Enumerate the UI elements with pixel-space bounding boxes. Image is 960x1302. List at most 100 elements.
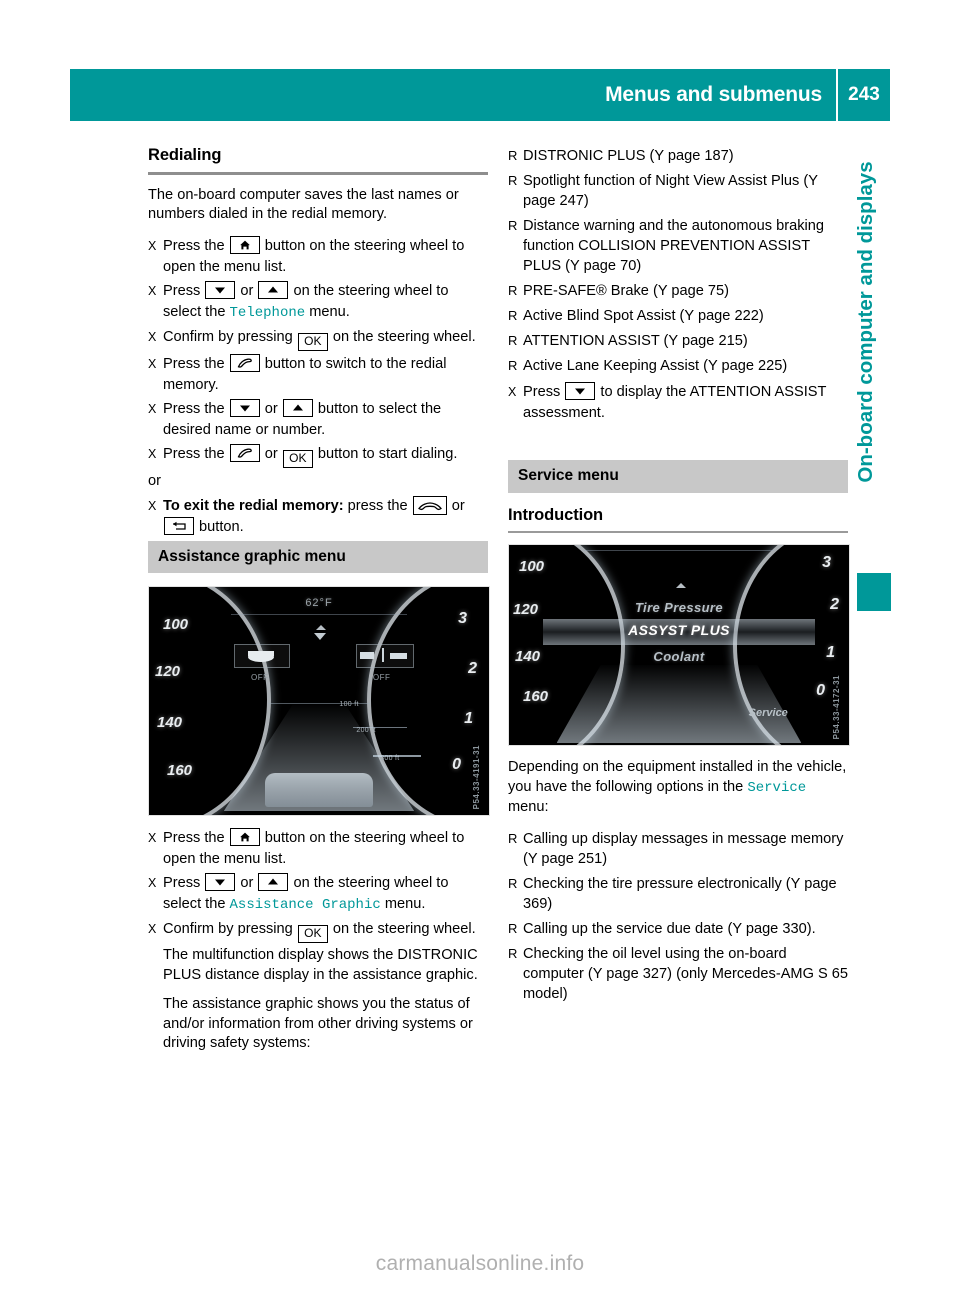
step-item: X Press or on the steering wheel to sele…: [148, 873, 488, 916]
step-marker: X: [508, 385, 517, 399]
home-icon[interactable]: [229, 828, 260, 846]
rpm-tick-2: 2: [468, 660, 477, 677]
bullet-marker: R: [508, 945, 518, 961]
step-text: Confirm by pressing OK on the steering w…: [163, 327, 488, 351]
chapter-tab-marker: [857, 573, 891, 611]
outside-temperature: 62°F: [305, 597, 333, 609]
step-text: Press the button on the steering wheel t…: [163, 235, 465, 275]
list-item-text: Calling up the service due date (Y page …: [523, 920, 816, 937]
step-marker: X: [148, 329, 157, 344]
ok-button-icon[interactable]: OK: [297, 925, 328, 943]
arrow-up-icon[interactable]: [258, 873, 289, 891]
speed-tick-160: 160: [523, 688, 549, 705]
list-item: R Checking the tire pressure electronica…: [508, 874, 848, 914]
status-icon-left: [234, 644, 290, 668]
step-text: Press the button on the steering wheel t…: [163, 828, 465, 867]
list-item: R Checking the oil level using the on-bo…: [508, 944, 848, 1004]
step-text: Press to display the ATTENTION ASSIST as…: [523, 382, 827, 421]
menu-item-tire-pressure[interactable]: Tire Pressure: [509, 598, 849, 618]
phone-hangup-icon[interactable]: [412, 495, 447, 515]
back-arrow-icon[interactable]: [164, 516, 194, 535]
list-item: R Active Lane Keeping Assist (Y page 225…: [508, 356, 848, 376]
alternative-label: or: [148, 472, 161, 489]
list-item: R Distance warning and the autonomous br…: [508, 216, 848, 276]
menu-name-service: Service: [747, 779, 807, 796]
assistance-note-1: The multifunction display shows the DIST…: [163, 947, 478, 983]
bullet-marker: R: [508, 148, 518, 163]
speed-tick-100: 100: [163, 616, 189, 633]
menu-item-assyst-plus[interactable]: ASSYST PLUS: [509, 621, 849, 641]
heading-rule: [148, 171, 488, 175]
assistance-note-2: The assistance graphic shows you the sta…: [163, 996, 473, 1051]
bullet-marker: R: [508, 333, 518, 348]
photo-credit: P54.33-4191-31: [471, 744, 481, 809]
list-item-text: DISTRONIC PLUS (Y page 187): [523, 148, 734, 164]
photo-credit: P54.33-4172-31: [831, 674, 841, 739]
step-text: Press or on the steering wheel to select…: [163, 280, 449, 321]
service-intro: Depending on the equipment installed in …: [508, 759, 847, 815]
menu-name-telephone: Telephone: [229, 304, 306, 321]
page-title: Menus and submenus: [605, 83, 822, 106]
phone-receiver-icon[interactable]: [229, 443, 260, 462]
rpm-tick-0: 0: [452, 756, 461, 773]
instrument-cluster-service-menu: 100 120 140 160 3 2 1 0 Tire Pressure AS…: [508, 544, 850, 746]
step-marker: X: [148, 446, 157, 461]
speed-tick-100: 100: [519, 558, 545, 575]
vehicle-silhouette: [264, 773, 374, 807]
step-marker: X: [148, 498, 157, 513]
phone-receiver-icon[interactable]: [229, 353, 260, 372]
arrow-up-icon[interactable]: [282, 398, 313, 417]
list-item: R Calling up display messages in message…: [508, 829, 848, 869]
step-item: X Press the button on the steering wheel…: [148, 235, 488, 278]
step-item: X Press the button to switch to the redi…: [148, 353, 488, 396]
list-item-text: Active Blind Spot Assist (Y page 222): [523, 308, 764, 324]
rpm-tick-1: 1: [464, 710, 473, 727]
arrow-down-icon[interactable]: [205, 873, 236, 891]
scroll-up-arrow: [675, 583, 686, 588]
status-label-left: OFF: [251, 673, 269, 682]
menu-item-coolant[interactable]: Coolant: [509, 647, 849, 667]
manual-page: Menus and submenus 243 On-board computer…: [0, 0, 960, 1302]
ok-button-icon[interactable]: OK: [297, 332, 328, 351]
bullet-marker: R: [508, 218, 518, 233]
page-reference: Y page 222: [684, 308, 759, 324]
chapter-tab-label: On-board computer and displays: [854, 161, 877, 483]
step-text: Press the or OK button to start dialing.: [163, 443, 488, 468]
step-marker: X: [148, 356, 157, 371]
step-item: X Confirm by pressing OK on the steering…: [148, 919, 488, 943]
arrow-down-icon[interactable]: [565, 382, 596, 400]
left-column: Redialing The on-board computer saves th…: [148, 146, 490, 1065]
step-text: Press the button to switch to the redial…: [163, 353, 447, 393]
list-item: R Spotlight function of Night View Assis…: [508, 171, 848, 211]
figure-assistance-graphic: 100 120 140 160 3 2 1 0 62°F OFF OFF 100…: [148, 586, 490, 816]
list-item: R DISTRONIC PLUS (Y page 187): [508, 146, 848, 166]
rpm-tick-0: 0: [816, 682, 825, 699]
distance-label-2: 200 ft: [356, 727, 376, 734]
ok-button-icon[interactable]: OK: [282, 449, 313, 468]
distance-label-3: 300 ft: [380, 755, 400, 762]
bullet-marker: R: [508, 173, 518, 188]
bullet-marker: R: [508, 283, 518, 298]
service-options-list: R Calling up display messages in message…: [508, 829, 848, 1004]
heading-rule: [508, 531, 848, 533]
page-reference: Y page 75: [657, 283, 725, 299]
instrument-cluster-assistance-graphic: 100 120 140 160 3 2 1 0 62°F OFF OFF 100…: [148, 586, 490, 816]
list-item: R PRE-SAFE® Brake (Y page 75): [508, 281, 848, 301]
page-reference: Y page 251: [527, 850, 603, 867]
list-item-text: PRE-SAFE® Brake (Y page 75): [523, 283, 729, 299]
arrow-down-icon[interactable]: [205, 280, 236, 299]
arrow-down-icon[interactable]: [229, 398, 260, 417]
divider-line: [230, 614, 408, 615]
arrow-up-icon[interactable]: [258, 280, 289, 299]
bullet-marker: R: [508, 308, 518, 323]
home-icon[interactable]: [229, 235, 260, 254]
speed-tick-160: 160: [167, 762, 193, 779]
step-item-exit: X To exit the redial memory: press the o…: [148, 495, 488, 538]
list-item: R Calling up the service due date (Y pag…: [508, 919, 848, 939]
step-item: X Press or on the steering wheel to sele…: [148, 280, 488, 324]
list-item-text: Distance warning and the autonomous brak…: [523, 218, 824, 274]
step-text: Confirm by pressing OK on the steering w…: [163, 919, 488, 943]
step-item: X Confirm by pressing OK on the steering…: [148, 327, 488, 351]
list-item-text: Checking the tire pressure electronicall…: [523, 875, 837, 912]
list-item-text: Active Lane Keeping Assist (Y page 225): [523, 358, 788, 374]
